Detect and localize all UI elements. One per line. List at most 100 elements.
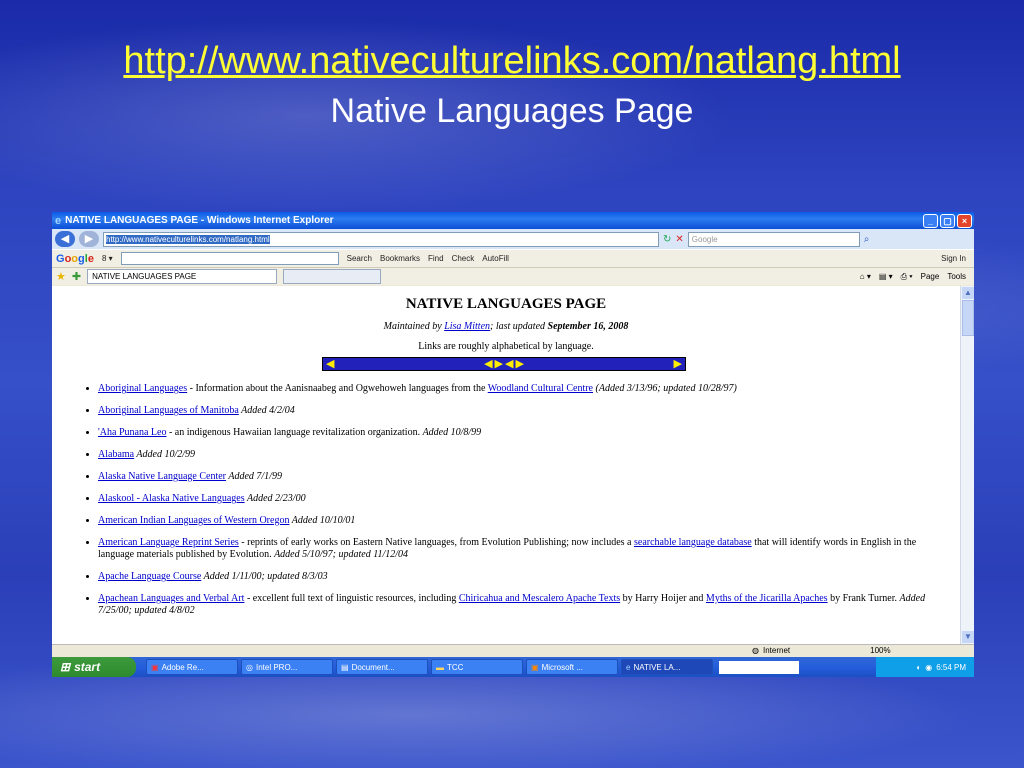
entry-link[interactable]: Apachean Languages and Verbal Art [98,593,244,604]
windows-flag-icon: ⊞ [60,660,71,674]
taskbar-button[interactable]: e NATIVE LA... [621,659,713,675]
entry-link[interactable]: Myths of the Jicarilla Apaches [706,593,828,604]
add-favorites-icon[interactable]: ✚ [72,270,81,283]
entry-text: by Frank Turner. [827,593,900,604]
tray-icon[interactable]: ◉ [925,663,932,672]
entry-note: (Added 3/13/96; updated 10/28/97) [593,383,737,394]
language-list: Aboriginal Languages - Information about… [98,383,928,627]
powerpoint-icon: ▣ [531,662,539,672]
globe-icon: ◍ [752,646,759,655]
entry-note: Added 10/2/99 [134,449,196,460]
list-item: Alabama Added 10/2/99 [98,449,928,461]
taskbar-button[interactable]: ▤ Document... [336,659,428,675]
task-label: Microsoft ... [541,662,583,672]
task-label: Intel PRO... [255,662,298,672]
page-menu[interactable]: Page [921,272,940,282]
maximize-icon[interactable]: ▢ [940,213,955,228]
entry-link[interactable]: Aboriginal Languages [98,383,187,394]
google-dropdown[interactable]: 8 ▾ [102,254,113,263]
address-text: http://www.nativeculturelinks.com/natlan… [106,234,270,244]
maintained-line: Maintained by Lisa Mitten; last updated … [52,321,960,332]
search-icon[interactable]: ⌕ [864,234,870,245]
start-button[interactable]: ⊞ start [52,657,136,677]
list-item: Alaska Native Language Center Added 7/1/… [98,471,928,483]
new-tab[interactable] [283,269,382,284]
entry-link[interactable]: Woodland Cultural Centre [488,383,593,394]
entry-link[interactable]: Alaska Native Language Center [98,471,226,482]
autofill-button[interactable]: AutoFill [482,254,509,263]
google-logo: Google [56,252,94,265]
nav-right-arrow-icon[interactable]: ▶ [674,358,682,370]
refresh-icon[interactable]: ↻ [663,234,671,245]
list-item: Aboriginal Languages of Manitoba Added 4… [98,405,928,417]
feeds-icon[interactable]: ▤ ▾ [879,272,893,282]
vertical-scrollbar[interactable]: ▲ ▼ [960,286,974,644]
google-search-button[interactable]: Search [347,254,372,263]
stop-icon[interactable]: ✕ [675,234,683,245]
find-button[interactable]: Find [428,254,444,263]
print-icon[interactable]: ⎙ ▾ [901,272,913,282]
home-icon[interactable]: ⌂ ▾ [860,272,871,282]
entry-link[interactable]: Aboriginal Languages of Manitoba [98,405,239,416]
tab-bar: ★ ✚ NATIVE LANGUAGES PAGE ⌂ ▾ ▤ ▾ ⎙ ▾ Pa… [52,267,974,285]
taskbar-button[interactable]: ▣ Adobe Re... [146,659,238,675]
minimize-icon[interactable]: _ [923,213,938,228]
taskbar-button[interactable]: ▬ TCC [431,659,523,675]
entry-link[interactable]: Apache Language Course [98,571,201,582]
entry-link[interactable]: Chiricahua and Mescalero Apache Texts [459,593,620,604]
entry-link[interactable]: American Language Reprint Series [98,537,239,548]
check-button[interactable]: Check [452,254,475,263]
sign-in-button[interactable]: Sign In [941,254,974,263]
task-label: TCC [447,662,464,672]
entry-link[interactable]: American Indian Languages of Western Ore… [98,515,289,526]
google-toolbar: Google 8 ▾ Search Bookmarks Find Check A… [52,249,974,267]
entry-text: - an indigenous Hawaiian language revita… [166,427,423,438]
list-item: Alaskool - Alaska Native Languages Added… [98,493,928,505]
search-input[interactable]: Google [687,231,860,247]
list-item: 'Aha Punana Leo - an indigenous Hawaiian… [98,427,928,439]
tools-menu[interactable]: Tools [947,272,966,282]
bookmarks-button[interactable]: Bookmarks [380,254,420,263]
nav-right-arrow-icon[interactable]: ▶ [515,358,523,370]
entry-link[interactable]: 'Aha Punana Leo [98,427,166,438]
list-item: Apache Language Course Added 1/11/00; up… [98,571,928,583]
google-desktop-search[interactable] [719,660,799,674]
nav-left-arrow-icon[interactable]: ◀ [505,358,513,370]
tray-icon[interactable]: ◐ [916,663,921,672]
system-tray: ◐ ◉ 6:54 PM [876,657,974,677]
nav-left-arrow-icon[interactable]: ◀ [484,358,492,370]
google-search-box[interactable] [120,252,339,265]
ie-icon: e [626,662,631,672]
list-item: Aboriginal Languages - Information about… [98,383,928,395]
forward-icon[interactable]: ▶ [79,231,99,247]
favorites-star-icon[interactable]: ★ [56,270,66,283]
page-title: NATIVE LANGUAGES PAGE [405,296,607,312]
taskbar-button[interactable]: ◎ Intel PRO... [241,659,333,675]
back-icon[interactable]: ◀ [55,231,75,247]
web-page-content: NATIVE LANGUAGES PAGE Maintained by Lisa… [52,286,960,644]
zoom-level[interactable]: 100% [870,646,890,655]
entry-link[interactable]: searchable language database [634,537,752,548]
ie-logo-icon: e [55,214,62,227]
start-label: start [74,660,101,674]
entry-note: Added 2/23/00 [244,493,306,504]
scroll-up-icon[interactable]: ▲ [962,287,974,299]
tab-native-languages[interactable]: NATIVE LANGUAGES PAGE [87,269,278,284]
entry-note: Added 10/8/99 [422,427,482,438]
entry-text: - Information about the Aanisnaabeg and … [187,383,488,394]
scroll-down-icon[interactable]: ▼ [962,631,974,643]
entry-link[interactable]: Alaskool - Alaska Native Languages [98,493,245,504]
list-item: American Indian Languages of Western Ore… [98,515,928,527]
address-input[interactable]: http://www.nativeculturelinks.com/natlan… [103,231,659,247]
maintainer-link[interactable]: Lisa Mitten [444,321,490,332]
close-icon[interactable]: × [957,213,972,228]
nav-right-arrow-icon[interactable]: ▶ [495,358,503,370]
links-note: Links are roughly alphabetical by langua… [418,341,594,352]
slide-url[interactable]: http://www.nativeculturelinks.com/natlan… [0,40,1024,83]
taskbar-button[interactable]: ▣ Microsoft ... [526,659,618,675]
entry-link[interactable]: Alabama [98,449,134,460]
nav-left-arrow-icon[interactable]: ◀ [326,358,334,370]
scroll-thumb[interactable] [962,300,974,336]
clock: 6:54 PM [936,662,966,672]
entry-note: Added 7/1/99 [226,471,282,482]
